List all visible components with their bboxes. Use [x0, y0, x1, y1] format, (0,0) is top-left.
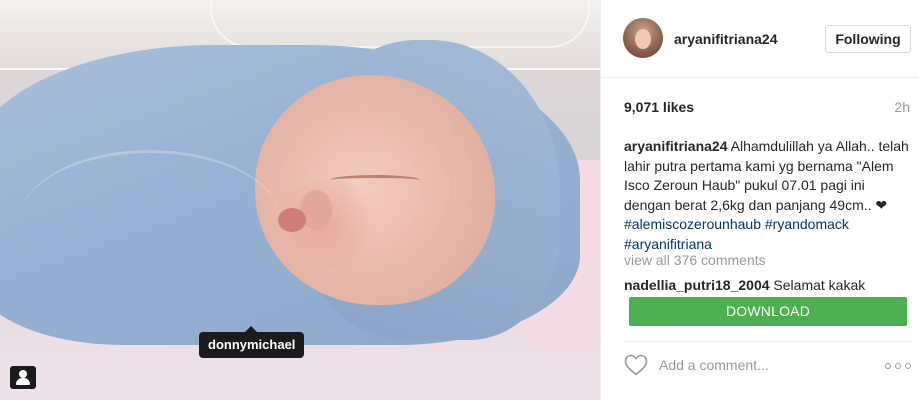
post-timestamp[interactable]: 2h: [894, 99, 910, 115]
caption-username[interactable]: aryanifitriana24: [624, 138, 728, 154]
more-dot: [895, 363, 901, 369]
photo-baby-eye: [330, 175, 420, 185]
user-tags-icon[interactable]: [10, 366, 36, 389]
likes-count[interactable]: 9,071 likes: [624, 99, 694, 115]
more-dot: [885, 363, 891, 369]
photo-baby-lip: [278, 208, 306, 232]
heart-icon[interactable]: [624, 354, 648, 376]
user-tag-label[interactable]: donnymichael: [199, 326, 305, 358]
more-options-icon[interactable]: [885, 362, 911, 370]
avatar[interactable]: [623, 18, 663, 58]
post-sidebar: aryanifitriana24 Following 9,071 likes 2…: [600, 0, 919, 400]
post-author-username[interactable]: aryanifitriana24: [674, 31, 778, 47]
more-dot: [905, 363, 911, 369]
comment-text: Selamat kakak: [769, 277, 866, 293]
post-header: aryanifitriana24 Following: [601, 0, 919, 78]
view-all-comments-link[interactable]: view all 376 comments: [624, 252, 766, 268]
comment-username[interactable]: nadellia_putri18_2004: [624, 277, 770, 293]
photo-blanket-fold: [20, 150, 280, 290]
following-button[interactable]: Following: [825, 25, 911, 53]
avatar-face: [635, 29, 651, 49]
comment-divider: [624, 341, 912, 342]
comment-item: nadellia_putri18_2004 Selamat kakak: [624, 277, 865, 293]
add-comment-input[interactable]: [659, 356, 859, 374]
hashtag-link[interactable]: #ryandomack: [765, 216, 849, 232]
hashtag-link[interactable]: #aryanifitriana: [624, 236, 712, 252]
user-tags-icon-body: [16, 378, 30, 385]
hashtag-link[interactable]: #alemiscozerounhaub: [624, 216, 761, 232]
user-tags-icon-head: [19, 370, 27, 378]
post-photo[interactable]: donnymichael: [0, 0, 600, 400]
download-button[interactable]: DOWNLOAD: [629, 297, 907, 326]
post-caption: aryanifitriana24 Alhamdulillah ya Allah.…: [624, 137, 909, 254]
